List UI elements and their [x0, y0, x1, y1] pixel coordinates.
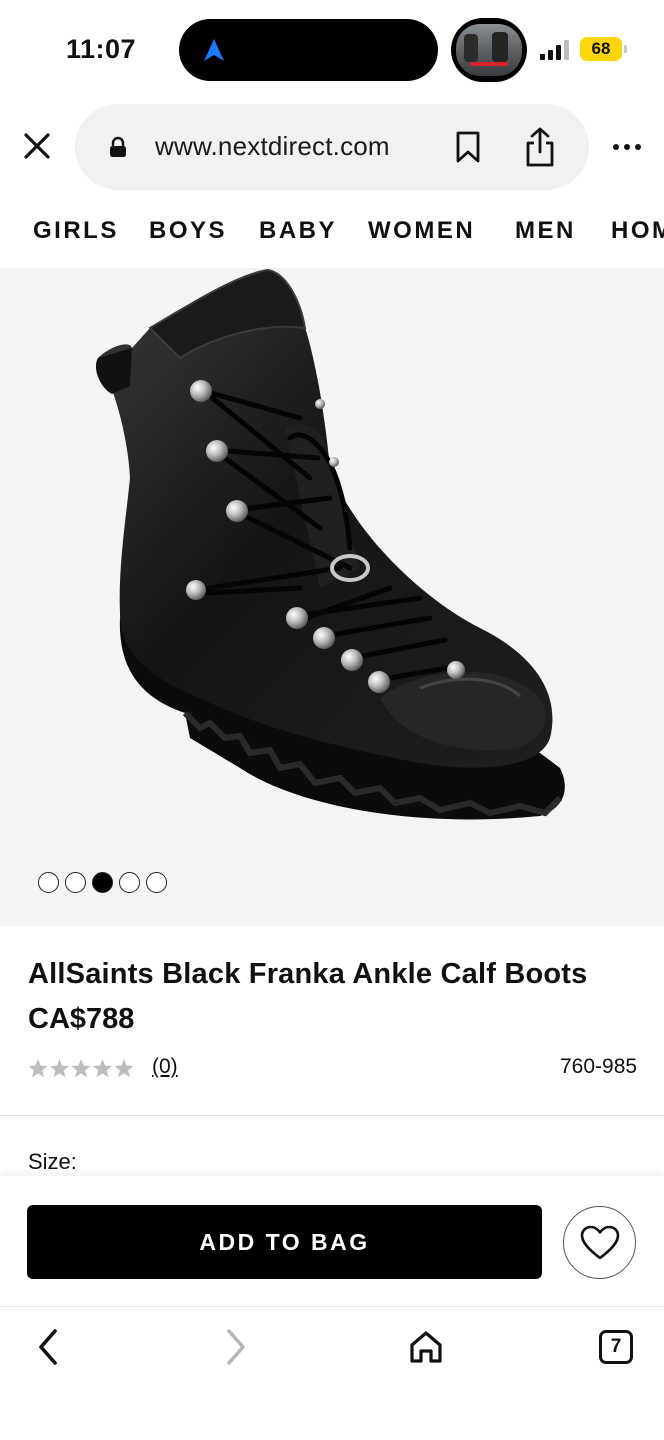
- category-home[interactable]: HOME: [611, 217, 664, 245]
- home-icon: [410, 1331, 442, 1363]
- status-bar: 11:07 68: [0, 0, 664, 100]
- category-boys[interactable]: BOYS: [149, 217, 227, 245]
- product-price: CA$788: [28, 1003, 135, 1035]
- navigation-arrow-icon: [204, 39, 224, 61]
- bookmark-icon[interactable]: [453, 130, 483, 164]
- url-text: www.nextdirect.com: [155, 131, 390, 161]
- rating-stars-icon: [28, 1059, 134, 1078]
- lock-icon: [110, 136, 126, 157]
- boot-product-image: [95, 268, 565, 820]
- gallery-dot-2[interactable]: [65, 872, 86, 893]
- more-options-icon[interactable]: [610, 134, 644, 160]
- category-women[interactable]: WOMEN: [368, 217, 475, 245]
- add-to-bag-button[interactable]: ADD TO BAG: [27, 1205, 542, 1279]
- battery-level: 68: [591, 39, 611, 58]
- forward-button[interactable]: [214, 1325, 258, 1369]
- chevron-right-icon: [227, 1329, 245, 1365]
- product-image-gallery[interactable]: [0, 268, 664, 926]
- close-button[interactable]: [19, 128, 55, 164]
- tabs-icon: 7: [599, 1330, 633, 1364]
- back-button[interactable]: [26, 1325, 70, 1369]
- dynamic-island[interactable]: [179, 19, 438, 81]
- live-activity-thumbnail[interactable]: [451, 18, 527, 82]
- item-number: 760-985: [560, 1055, 638, 1078]
- tabs-button[interactable]: 7: [594, 1325, 638, 1369]
- sticky-purchase-bar: ADD TO BAG: [0, 1176, 664, 1306]
- address-bar[interactable]: www.nextdirect.com: [75, 104, 589, 190]
- category-men[interactable]: MEN: [515, 217, 576, 245]
- gallery-dot-4[interactable]: [119, 872, 140, 893]
- browser-toolbar: 7: [0, 1306, 664, 1440]
- category-nav: GIRLS BOYS BABY WOMEN MEN HOME: [0, 207, 664, 257]
- category-girls[interactable]: GIRLS: [33, 217, 119, 245]
- gallery-dot-1[interactable]: [38, 872, 59, 893]
- home-button[interactable]: [404, 1325, 448, 1369]
- gallery-dot-5[interactable]: [146, 872, 167, 893]
- category-baby[interactable]: BABY: [259, 217, 337, 245]
- cellular-signal-icon: [540, 40, 572, 60]
- video-thumbnail-icon: [456, 24, 522, 76]
- gallery-dot-3[interactable]: [92, 872, 113, 893]
- share-icon[interactable]: [523, 126, 557, 168]
- product-title: AllSaints Black Franka Ankle Calf Boots: [28, 958, 588, 990]
- heart-icon: [580, 1225, 619, 1259]
- battery-indicator: 68: [580, 37, 627, 61]
- reviews-link[interactable]: (0): [152, 1055, 178, 1079]
- status-time: 11:07: [66, 34, 137, 64]
- size-label: Size:: [28, 1149, 77, 1174]
- close-icon: [24, 133, 50, 159]
- tabs-count: 7: [610, 1336, 622, 1357]
- favourite-button[interactable]: [563, 1206, 636, 1279]
- chevron-left-icon: [39, 1329, 57, 1365]
- divider: [0, 1115, 664, 1116]
